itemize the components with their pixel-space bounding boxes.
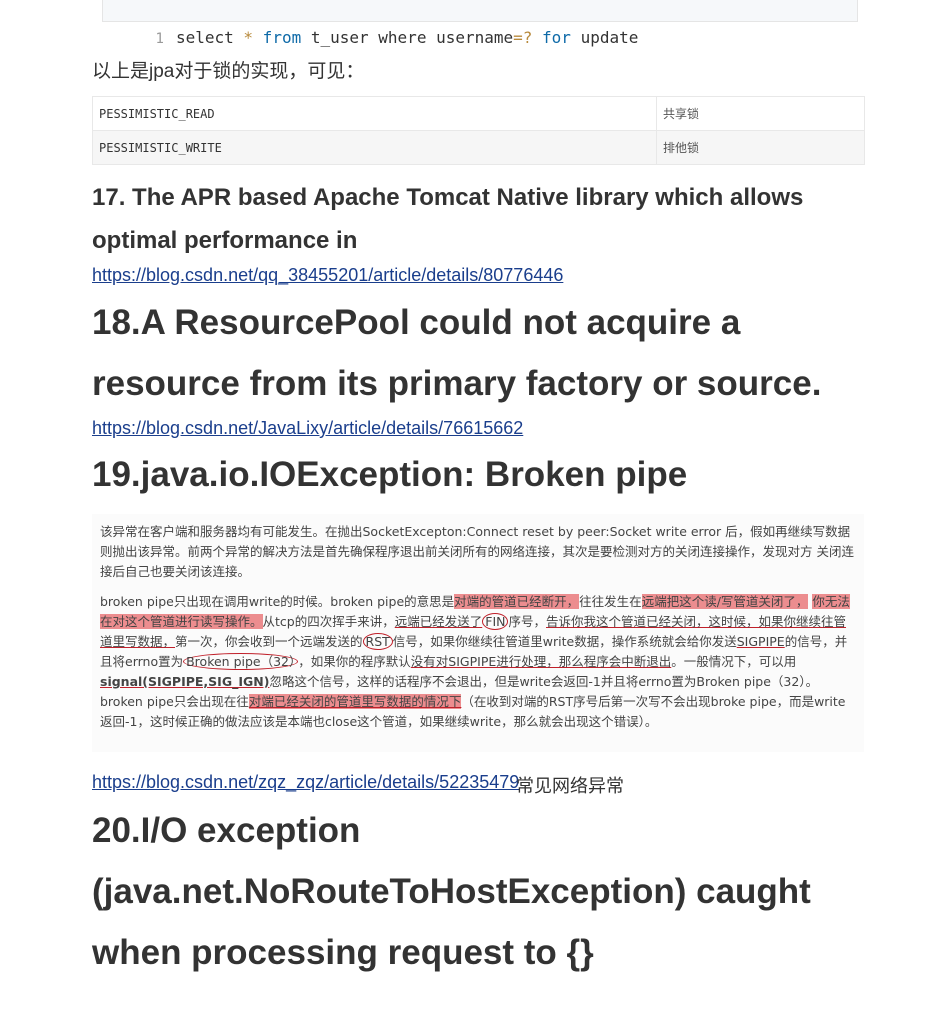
highlight: 对端已经关闭的管道里写数据的情况下 [248,694,462,709]
code-block: 1 select * from t_user where username=? f… [102,0,858,47]
text: 信号，如果你继续往管道里write数据，操作系统就会给你发送 [392,634,737,649]
lock-meaning-cell: 共享锁 [656,96,865,131]
text: 。一般情况下，可以用 [671,654,797,669]
circle-annotation: FIN [482,613,509,630]
figure-paragraph-1: 该异常在客户端和服务器均有可能发生。在抛出SocketExcepton:Conn… [100,524,854,579]
section-19-link-note: 常见网络异常 [516,776,624,796]
lock-meaning-cell: 排他锁 [656,130,865,165]
lock-mode-cell: PESSIMISTIC_READ [92,96,657,131]
circle-annotation: Broken pipe（32） [183,653,299,670]
text: 序号， [508,614,546,629]
table-row: PESSIMISTIC_WRITE 排他锁 [92,130,865,165]
section-19-heading: 19.java.io.IOException: Broken pipe [92,455,688,494]
section-17-heading: 17. The APR based Apache Tomcat Native l… [92,184,804,254]
underline-annotation: 没有对SIGPIPE进行处理，那么程序会中断退出 [410,654,672,669]
intro-paragraph: 以上是jpa对于锁的实现，可见： [92,61,365,82]
code-token: update [570,28,639,47]
underline-annotation: signal(SIGPIPE,SIG_IGN) [100,674,270,689]
code-token: * [243,28,254,47]
underline-annotation: SIGPIPE [736,634,785,649]
section-19-link[interactable]: https://blog.csdn.net/zqz_zqz/article/de… [92,772,519,793]
section-17-link[interactable]: https://blog.csdn.net/qq_38455201/articl… [92,265,563,286]
lock-table: PESSIMISTIC_READ 共享锁 PESSIMISTIC_WRITE 排… [92,96,865,165]
section-18-heading: 18.A ResourcePool could not acquire a re… [92,303,822,403]
circle-annotation: RST [362,633,393,650]
code-token: select [175,28,244,47]
highlight: 对端的管道已经断开， [454,594,580,609]
text: 往往发生在 [579,594,642,609]
text: ，如果你的程序默认 [298,654,411,669]
section-20-heading: 20.I/O exception (java.net.NoRouteToHost… [92,811,811,972]
underline-annotation: 远端已经发送了 [394,614,483,629]
section-18-link[interactable]: https://blog.csdn.net/JavaLixy/article/d… [92,418,523,439]
code-token: from [253,28,302,47]
text: 第一次，你会收到一个远端发送的 [175,634,363,649]
broken-pipe-explanation-image: 该异常在客户端和服务器均有可能发生。在抛出SocketExcepton:Conn… [92,514,864,752]
figure-paragraph-2: broken pipe只出现在调用write的时候。broken pipe的意思… [100,592,856,732]
highlight: 远端把这个读/写管道关闭了， [641,594,809,609]
text: 从tcp的四次挥手来讲， [262,614,395,629]
code-token: =? [513,28,533,47]
text: broken pipe只出现在调用write的时候。broken pipe的意思… [100,594,455,609]
code-token: for [532,28,571,47]
code-line-number: 1 [155,31,164,47]
table-row: PESSIMISTIC_READ 共享锁 [92,96,865,131]
code-token: t_user where username [301,28,514,47]
lock-mode-cell: PESSIMISTIC_WRITE [92,130,657,165]
